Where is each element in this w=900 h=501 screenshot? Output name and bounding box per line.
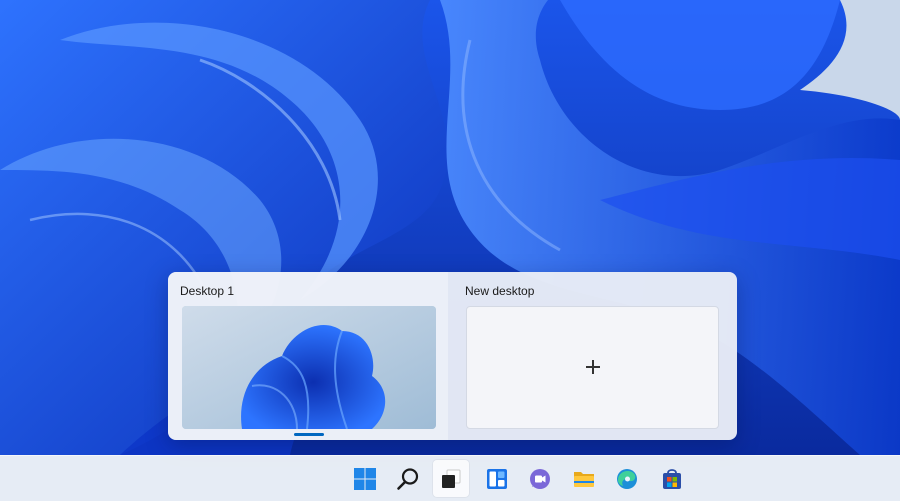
file-explorer-button[interactable]: [566, 460, 602, 497]
desktop-card-1[interactable]: Desktop 1: [168, 272, 448, 440]
folder-icon: [574, 471, 594, 487]
start-button[interactable]: [347, 460, 383, 497]
windows-logo-icon: [354, 467, 376, 490]
taskbar: [0, 455, 900, 501]
edge-button[interactable]: [609, 460, 645, 497]
desktop-label: Desktop 1: [180, 284, 235, 298]
desktop-label: New desktop: [465, 284, 535, 298]
store-button[interactable]: [654, 460, 690, 497]
task-view-panel: Desktop 1 New desktop: [168, 272, 737, 440]
edge-browser-icon: [617, 468, 637, 489]
chat-icon: [530, 468, 550, 489]
search-button[interactable]: [390, 460, 426, 497]
widgets-icon: [487, 468, 507, 489]
chat-button[interactable]: [522, 460, 558, 497]
task-view-icon: [442, 469, 461, 488]
plus-icon: [584, 358, 602, 376]
new-desktop-button[interactable]: [466, 306, 719, 429]
current-desktop-indicator: [294, 433, 324, 436]
search-icon: [397, 467, 419, 490]
desktop-thumbnail[interactable]: [182, 306, 436, 429]
widgets-button[interactable]: [479, 460, 515, 497]
new-desktop-card[interactable]: New desktop: [454, 272, 737, 440]
task-view-button[interactable]: [433, 460, 469, 497]
store-icon: [663, 468, 681, 489]
